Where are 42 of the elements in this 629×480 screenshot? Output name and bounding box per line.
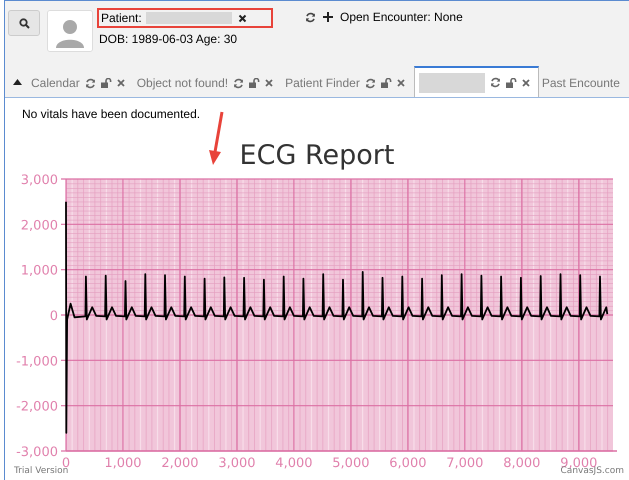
- dob-text: DOB: 1989-06-03 Age: 30: [99, 32, 238, 46]
- x-axis-label: 3,000: [218, 456, 256, 471]
- open-encounter-text: Open Encounter: None: [340, 10, 463, 24]
- tab[interactable]: [414, 66, 539, 97]
- tab[interactable]: Past Encounte: [538, 69, 629, 97]
- x-axis-label: 6,000: [389, 456, 426, 471]
- refresh-icon[interactable]: [84, 78, 96, 88]
- unlock-icon[interactable]: [506, 78, 517, 88]
- canvasjs-credit: CanvasJS.com: [560, 466, 624, 476]
- x-axis-label: 1,000: [104, 456, 142, 471]
- refresh-icon[interactable]: [364, 78, 376, 88]
- refresh-icon[interactable]: [490, 77, 501, 88]
- tab[interactable]: Calendar: [28, 69, 134, 97]
- chart-title: ECG Report: [240, 140, 394, 171]
- patient-label: Patient:: [101, 11, 142, 25]
- y-axis-label: -1,000: [16, 354, 58, 370]
- unlock-icon[interactable]: [380, 78, 392, 88]
- tab[interactable]: Patient Finder: [282, 69, 414, 97]
- refresh-icon[interactable]: [233, 78, 244, 88]
- x-axis-label: 4,000: [275, 456, 313, 471]
- trial-version-text: Trial Version: [14, 466, 68, 476]
- close-icon[interactable]: [238, 14, 247, 22]
- y-axis-label: 2,000: [20, 218, 58, 234]
- y-axis-label: -3,000: [16, 445, 58, 460]
- unlock-icon[interactable]: [100, 78, 112, 88]
- tab[interactable]: Object not found!: [134, 69, 282, 97]
- y-axis-label: 3,000: [20, 173, 58, 188]
- avatar-placeholder: [47, 10, 93, 52]
- plus-icon[interactable]: [323, 12, 333, 22]
- x-axis-label: 8,000: [503, 456, 540, 471]
- y-axis-label: 1,000: [20, 264, 58, 279]
- search-button[interactable]: [8, 10, 40, 36]
- x-axis-label: 2,000: [161, 456, 199, 471]
- caret-icon[interactable]: [13, 78, 22, 84]
- unlock-icon[interactable]: [249, 78, 260, 88]
- x-axis-label: 7,000: [446, 456, 484, 471]
- x-axis-label: 5,000: [332, 456, 370, 471]
- vitals-message: No vitals have been documented.: [21, 106, 202, 123]
- refresh-icon[interactable]: [305, 12, 316, 22]
- y-axis-label: -2,000: [16, 400, 58, 415]
- search-icon: [18, 18, 30, 28]
- y-axis-label: 0: [50, 309, 58, 324]
